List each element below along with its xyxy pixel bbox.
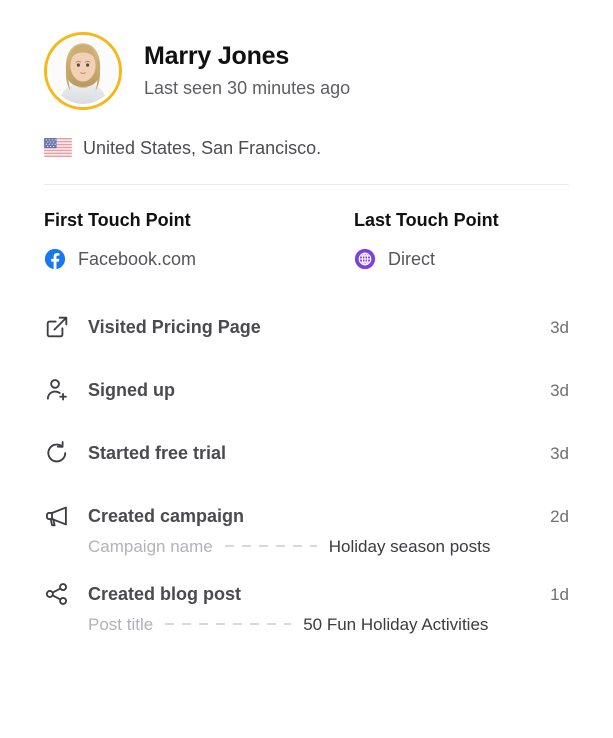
list-item[interactable]: Visited Pricing Page 3d bbox=[44, 296, 569, 359]
list-item[interactable]: Started free trial 3d bbox=[44, 422, 569, 485]
profile-header: Marry Jones Last seen 30 minutes ago bbox=[44, 0, 569, 110]
united-states-flag-icon bbox=[44, 138, 72, 157]
detail-key: Campaign name bbox=[88, 536, 213, 556]
last-touch-point-value-row[interactable]: Direct bbox=[354, 248, 499, 270]
globe-icon bbox=[354, 248, 376, 269]
event-time: 2d bbox=[550, 506, 569, 526]
event-label: Created blog post bbox=[88, 584, 242, 605]
user-avatar-photo bbox=[50, 38, 116, 104]
event-time: 3d bbox=[550, 380, 569, 400]
location-row: United States, San Francisco. bbox=[44, 138, 569, 157]
event-detail-campaign-name: Campaign name Holiday season posts bbox=[88, 538, 569, 555]
avatar[interactable] bbox=[44, 32, 122, 110]
external-link-icon bbox=[46, 317, 68, 338]
event-time: 3d bbox=[550, 443, 569, 463]
list-item[interactable]: Signed up 3d bbox=[44, 359, 569, 422]
event-label: Created campaign bbox=[88, 506, 245, 527]
location-label: United States, San Francisco. bbox=[83, 137, 322, 158]
event-time: 1d bbox=[550, 584, 569, 604]
user-plus-icon bbox=[46, 379, 67, 401]
last-touch-point-source: Direct bbox=[388, 248, 436, 269]
activity-timeline: Visited Pricing Page 3d Signed up 3d Sta… bbox=[44, 296, 569, 633]
event-label: Visited Pricing Page bbox=[88, 317, 261, 338]
detail-value: Holiday season posts bbox=[328, 536, 491, 556]
contact-activity-card: Marry Jones Last seen 30 minutes ago Uni… bbox=[0, 0, 613, 738]
first-touch-point: First Touch Point Facebook.com bbox=[44, 210, 354, 270]
first-touch-point-source: Facebook.com bbox=[78, 248, 197, 269]
event-time: 3d bbox=[550, 317, 569, 337]
first-touch-point-title: First Touch Point bbox=[44, 210, 191, 230]
event-label: Signed up bbox=[88, 380, 175, 401]
touch-points-section: First Touch Point Facebook.com Last Touc… bbox=[44, 210, 569, 270]
last-touch-point-title: Last Touch Point bbox=[354, 210, 499, 230]
event-detail-post-title: Post title 50 Fun Holiday Activities bbox=[88, 616, 569, 633]
detail-key: Post title bbox=[88, 614, 154, 634]
divider bbox=[44, 184, 569, 185]
first-touch-point-value-row[interactable]: Facebook.com bbox=[44, 248, 354, 270]
last-touch-point: Last Touch Point Direct bbox=[354, 210, 499, 270]
share-nodes-icon bbox=[45, 583, 68, 606]
detail-value: 50 Fun Holiday Activities bbox=[303, 614, 489, 634]
profile-text: Marry Jones Last seen 30 minutes ago bbox=[144, 41, 351, 99]
event-label: Started free trial bbox=[88, 443, 227, 464]
page-title: Marry Jones bbox=[144, 41, 290, 70]
facebook-icon bbox=[44, 248, 66, 269]
detail-leader-line bbox=[224, 545, 317, 548]
megaphone-icon bbox=[46, 506, 67, 527]
refresh-circle-icon bbox=[47, 441, 67, 463]
last-seen-status: Last seen 30 minutes ago bbox=[144, 78, 351, 99]
detail-leader-line bbox=[165, 623, 292, 626]
